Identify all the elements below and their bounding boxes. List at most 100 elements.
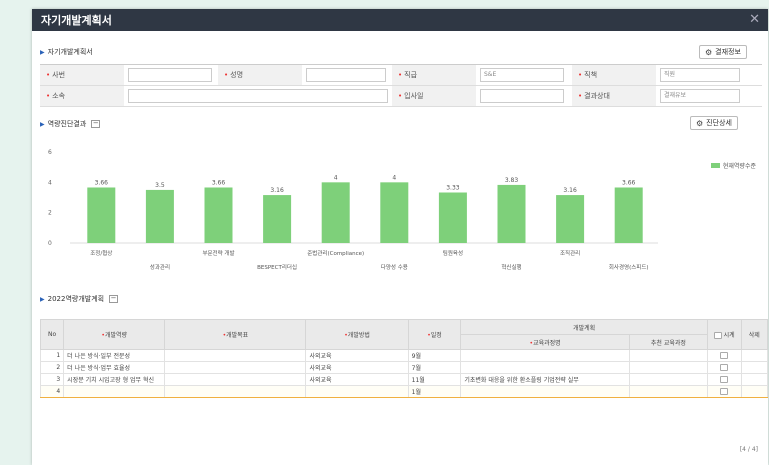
- result-input[interactable]: 결재유보: [660, 89, 740, 103]
- row-checkbox[interactable]: [720, 388, 729, 395]
- field-label: • 직급: [392, 65, 476, 85]
- cell-goal[interactable]: [164, 385, 307, 398]
- cell-goal[interactable]: [164, 373, 307, 386]
- bar: [380, 182, 409, 243]
- chart-legend: 현재역량수준: [710, 161, 756, 170]
- cell-schedule[interactable]: 1월: [407, 385, 462, 398]
- table-row[interactable]: 3 시장분 기치 시입고장 형 업무 혁신 사외교육 11월 기초변화 대응을 위한 환…: [39, 373, 769, 386]
- hire-date-input[interactable]: [480, 89, 564, 103]
- bar: [263, 195, 292, 243]
- cell-method[interactable]: [305, 385, 409, 398]
- table-row[interactable]: 2더 나은 방식·업무 효율성 사외교육 7월: [39, 361, 769, 374]
- col-header-method: •개발방법: [305, 319, 409, 350]
- duty-input[interactable]: 직원: [660, 68, 740, 82]
- col-header-delete: 삭제: [740, 319, 769, 350]
- cell-checkbox[interactable]: [706, 361, 742, 374]
- cell-goal[interactable]: [164, 361, 307, 374]
- x-tick-label: 혁신실행: [501, 263, 521, 271]
- cell-course[interactable]: [460, 385, 630, 398]
- cell-delete[interactable]: [740, 385, 769, 398]
- section-title-text: 2022역량개발계획: [47, 295, 105, 303]
- bar: [556, 195, 585, 243]
- name-input[interactable]: [306, 68, 386, 82]
- bar: [204, 187, 233, 243]
- dialog-window: 자기개발계획서 ✕ ▶ 자기개발계획서 ⚙ 결재정보 • 사번 • 성명 • 직급 S…: [32, 9, 769, 465]
- cell-item[interactable]: 더 나은 방식·일부 전문성: [63, 349, 166, 362]
- cell-course[interactable]: [460, 349, 630, 362]
- x-tick-label: 팀원육성: [443, 249, 463, 257]
- diagnosis-detail-button[interactable]: ⚙ 진단상세: [690, 116, 738, 130]
- table-row[interactable]: 1더 나은 방식·일부 전문성 사외교육 9월: [39, 349, 769, 362]
- cell-no[interactable]: 2: [39, 361, 65, 374]
- row-checkbox[interactable]: [720, 352, 729, 359]
- data-label: 3.16: [563, 187, 577, 194]
- field-label: • 직책: [572, 65, 656, 85]
- bar: [614, 187, 643, 243]
- table-row[interactable]: 4 1월: [39, 385, 769, 398]
- x-tick-label: BESPECT리더십: [257, 263, 297, 271]
- cell-recommend[interactable]: [628, 349, 708, 362]
- approval-info-button[interactable]: ⚙ 결재정보: [699, 45, 747, 59]
- col-header-goal: •개발목표: [164, 319, 307, 350]
- cell-recommend[interactable]: [628, 361, 708, 374]
- cell-delete[interactable]: [740, 361, 769, 374]
- row-checkbox[interactable]: [720, 364, 729, 371]
- close-icon[interactable]: ✕: [749, 12, 760, 27]
- cell-delete[interactable]: [740, 373, 769, 386]
- cell-course[interactable]: [460, 361, 630, 374]
- cell-schedule[interactable]: 9월: [407, 349, 462, 362]
- cell-recommend[interactable]: [628, 373, 708, 386]
- y-tick-label: 2: [48, 210, 52, 217]
- cell-checkbox[interactable]: [706, 373, 742, 386]
- collapse-button[interactable]: −: [109, 295, 119, 303]
- department-input[interactable]: [128, 89, 388, 103]
- employee-id-input[interactable]: [128, 68, 212, 82]
- section-title-text: 역량진단결과: [47, 120, 87, 128]
- cell-no[interactable]: 1: [39, 349, 65, 362]
- bar: [145, 189, 174, 243]
- field-label: • 소속: [40, 86, 124, 106]
- data-label: 3.66: [622, 179, 636, 186]
- gear-icon: ⚙: [696, 118, 704, 128]
- legend-label: 현재역량수준: [722, 163, 756, 170]
- info-form: • 사번 • 성명 • 직급 S&E • 직책 직원 • 소속 • 입사일 • 결과상대 결재…: [40, 64, 762, 107]
- cell-item[interactable]: [63, 385, 166, 398]
- data-label: 4: [334, 174, 338, 181]
- x-tick-label: 부문전략 개발: [202, 249, 234, 257]
- field-label: • 결과상대: [572, 86, 656, 106]
- competency-chart: 0 2 4 6 3.66 조정/협상 3.5 성과관리 3.66 부문전략 개발 3.16 BESPE…: [40, 140, 762, 286]
- pager: [4 / 4]: [739, 446, 758, 453]
- cell-course[interactable]: 기초변화 대응을 위한 환소플링 기업전략 실무: [460, 373, 630, 386]
- cell-method[interactable]: 사외교육: [305, 373, 409, 386]
- cell-no[interactable]: 3: [39, 373, 65, 386]
- collapse-button[interactable]: −: [91, 120, 101, 128]
- grade-input[interactable]: S&E: [480, 68, 564, 82]
- field-label: • 사번: [40, 65, 124, 85]
- diagnosis-detail-label: 진단상세: [706, 119, 732, 127]
- col-header-cert[interactable]: 시계: [706, 319, 742, 350]
- cell-item[interactable]: 시장분 기치 시입고장 형 업무 혁신: [63, 373, 166, 386]
- data-label: 3.83: [505, 177, 519, 184]
- dev-plan-table: No •개발역량 •개발목표 •개발방법 •일정 개발계획 시계 삭제 •교육과…: [39, 319, 769, 398]
- data-label: 4: [392, 174, 396, 181]
- cell-schedule[interactable]: 11월: [407, 373, 462, 386]
- data-label: 3.66: [95, 179, 109, 186]
- cell-method[interactable]: 사외교육: [305, 349, 409, 362]
- cell-delete[interactable]: [740, 349, 769, 362]
- cell-recommend[interactable]: [628, 385, 708, 398]
- section-title-plan: ▶ 자기개발계획서: [40, 47, 93, 57]
- cell-no[interactable]: 4: [39, 385, 65, 398]
- data-label: 3.66: [212, 179, 226, 186]
- row-checkbox[interactable]: [720, 376, 729, 383]
- select-all-checkbox[interactable]: [713, 332, 722, 339]
- col-header-schedule: •일정: [407, 319, 462, 350]
- cell-checkbox[interactable]: [706, 349, 742, 362]
- x-tick-label: 조직관리: [560, 249, 580, 257]
- bar: [321, 182, 350, 243]
- cell-checkbox[interactable]: [706, 385, 742, 398]
- cell-item[interactable]: 더 나은 방식·업무 효율성: [63, 361, 166, 374]
- cell-schedule[interactable]: 7월: [407, 361, 462, 374]
- cell-method[interactable]: 사외교육: [305, 361, 409, 374]
- triangle-icon: ▶: [40, 295, 45, 303]
- cell-goal[interactable]: [164, 349, 307, 362]
